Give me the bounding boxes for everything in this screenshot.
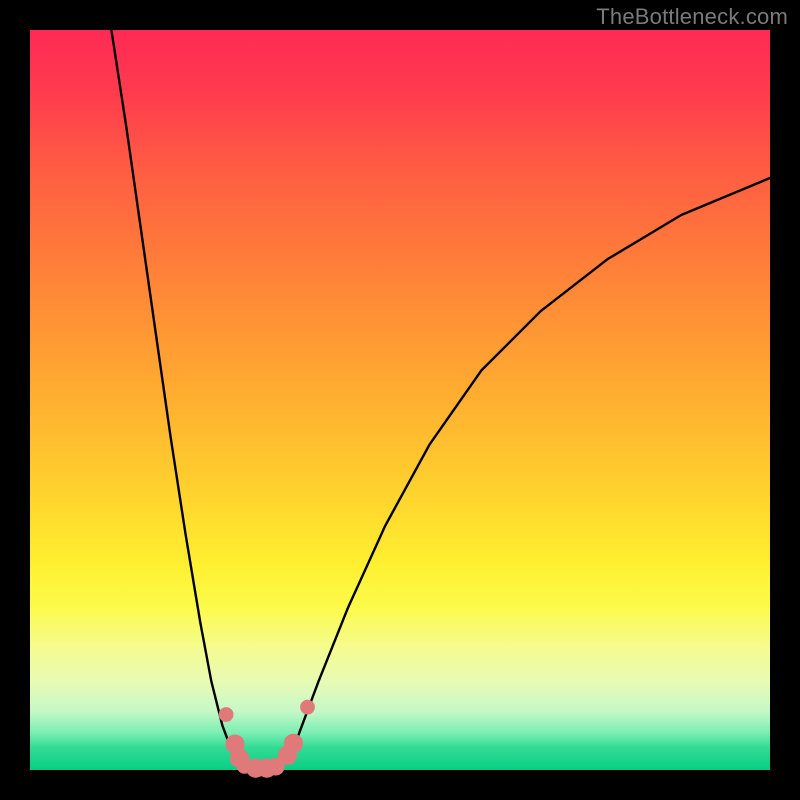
chart-frame: TheBottleneck.com bbox=[0, 0, 800, 800]
plot-area bbox=[30, 30, 770, 770]
curve-marker bbox=[219, 707, 234, 722]
curve-marker bbox=[284, 734, 303, 753]
curve-markers bbox=[219, 700, 315, 778]
watermark-text: TheBottleneck.com bbox=[596, 4, 788, 30]
curve-svg bbox=[30, 30, 770, 770]
bottleneck-curve bbox=[111, 30, 770, 769]
curve-marker bbox=[300, 700, 315, 715]
